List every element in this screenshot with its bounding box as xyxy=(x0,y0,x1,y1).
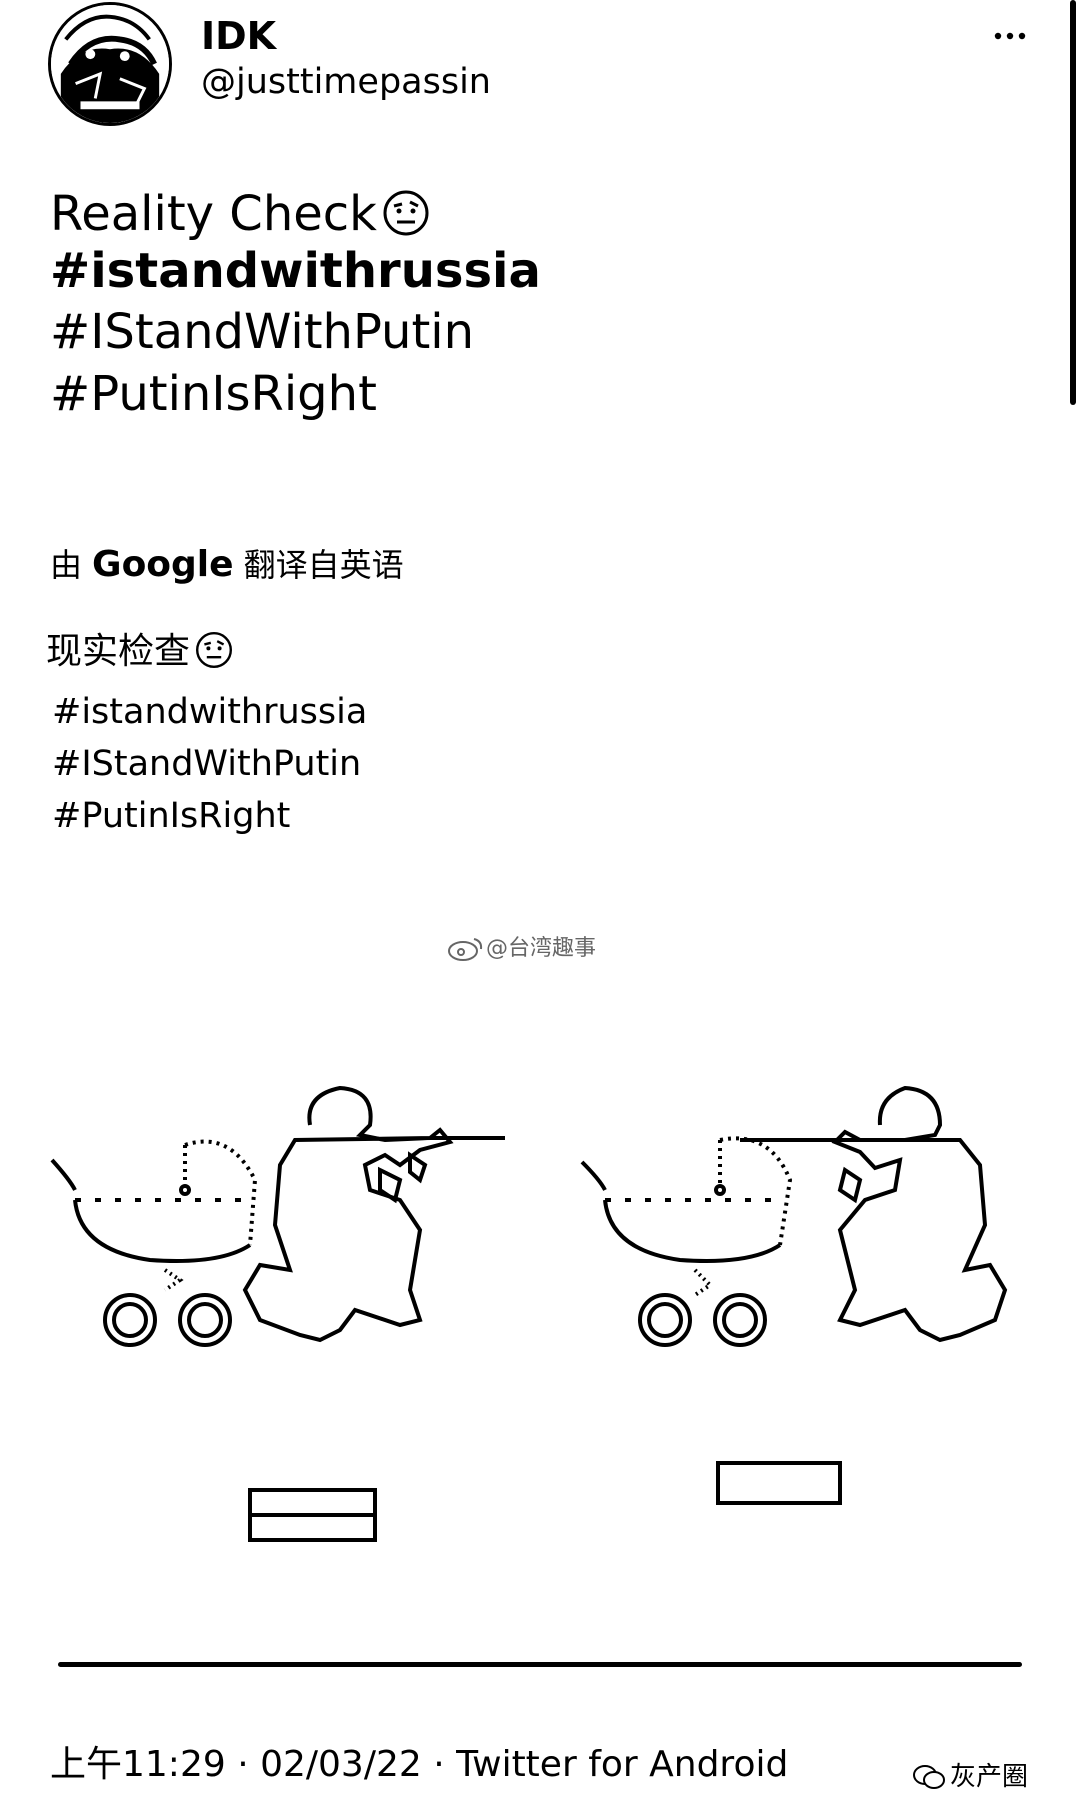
tweet-media-image[interactable] xyxy=(0,990,1080,1590)
tweet-timestamp[interactable]: 上午11:29 · 02/03/22 · Twitter for Android xyxy=(50,1735,788,1787)
soldiers-and-strollers-illustration xyxy=(50,1085,1008,1542)
hashtag-link[interactable]: #istandwithrussia xyxy=(50,243,541,299)
sketch-portrait-avatar-icon xyxy=(51,5,169,123)
raised-eyebrow-face-icon xyxy=(383,190,429,236)
media-divider xyxy=(58,1662,1022,1667)
translated-title-text: 现实检查 xyxy=(46,631,191,672)
tweet-text-title: Reality Check xyxy=(50,186,431,242)
hashtag-link[interactable]: #IStandWithPutin xyxy=(50,304,474,360)
wechat-icon xyxy=(913,1765,945,1789)
hashtag-link[interactable]: #PutinIsRight xyxy=(50,366,377,422)
raised-eyebrow-face-icon xyxy=(196,632,233,668)
image-watermark-text: @台湾趣事 xyxy=(486,936,597,961)
image-watermark: @台湾趣事 xyxy=(446,930,596,962)
corner-watermark: 灰产圈 xyxy=(912,1756,1028,1793)
translation-attribution[interactable]: 由 Google 翻译自英语 xyxy=(50,540,404,586)
user-handle[interactable]: @justtimepassin xyxy=(201,62,491,102)
scrollbar[interactable] xyxy=(1070,0,1076,405)
stroller-icon xyxy=(50,1139,258,1347)
translated-hashtag[interactable]: #PutinIsRight xyxy=(52,796,290,836)
avatar[interactable] xyxy=(48,2,172,126)
translated-title: 现实检查 xyxy=(46,622,234,674)
corner-watermark-text: 灰产圈 xyxy=(950,1762,1029,1792)
translated-hashtag[interactable]: #IStandWithPutin xyxy=(52,744,361,784)
translation-suffix: 翻译自英语 xyxy=(243,546,404,584)
google-logo-text: Google xyxy=(92,544,234,585)
stroller-icon xyxy=(580,1136,793,1347)
weibo-icon xyxy=(448,938,483,961)
translated-hashtag[interactable]: #istandwithrussia xyxy=(52,692,367,732)
more-options-icon[interactable] xyxy=(990,16,1030,56)
tweet-title-text: Reality Check xyxy=(50,186,377,242)
flag-icon xyxy=(716,1461,842,1505)
translation-prefix: 由 xyxy=(50,546,83,584)
display-name[interactable]: IDK xyxy=(201,14,276,58)
soldier-icon xyxy=(242,1085,505,1343)
soldier-icon xyxy=(740,1085,1008,1343)
